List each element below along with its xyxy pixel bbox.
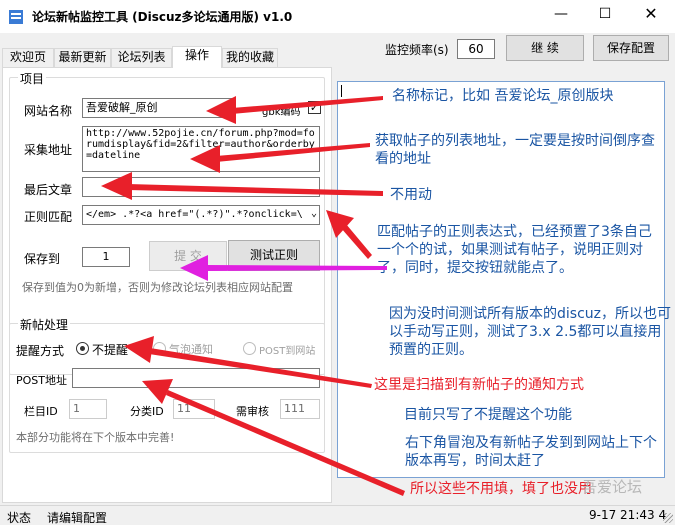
remind-method-label: 提醒方式	[16, 344, 65, 358]
annotation-last-article: 不用动	[390, 187, 432, 203]
new-post-group-title: 新帖处理	[18, 316, 71, 333]
title-bar: 论坛新帖监控工具 (Discuz多论坛通用版) v1.0 — ☐ ✕	[0, 0, 675, 33]
footer-note: 本部分功能将在下个版本中完善!	[16, 431, 175, 444]
annotation-manual-regex: 因为没时间测试所有版本的discuz，所以也可以手动写正则，测试了3.x 2.5…	[389, 306, 671, 358]
operations-panel: 项目 网站名称 吾爱破解_原创 gbk编码 ✓ 采集地址 http://www.…	[2, 68, 332, 503]
collect-url-textarea[interactable]: http://www.52pojie.cn/forum.php?mod=foru…	[82, 126, 320, 172]
tab-latest-updates[interactable]: 最新更新	[54, 48, 111, 67]
category-id-input[interactable]: 11	[173, 399, 215, 419]
tab-forum-list[interactable]: 论坛列表	[111, 48, 172, 67]
gbk-label: gbk编码	[262, 107, 301, 118]
monitor-frequency-input[interactable]: 60	[457, 39, 495, 59]
last-article-label: 最后文章	[24, 183, 73, 197]
category-id-label: 分类ID	[130, 405, 164, 418]
bubble-notify-label: 气泡通知	[169, 343, 213, 356]
status-label: 状态	[7, 511, 32, 525]
annotation-regex: 匹配帖子的正则表达式，已经预置了3条自己一个个的试，如果测试有帖子，说明正则对了…	[377, 224, 652, 276]
regex-label: 正则匹配	[24, 210, 73, 224]
submit-button[interactable]: 提 交	[149, 241, 227, 271]
close-button[interactable]: ✕	[628, 0, 674, 30]
column-id-label: 栏目ID	[24, 405, 58, 418]
site-name-label: 网站名称	[24, 104, 73, 118]
watermark: 吾爱论坛	[582, 478, 643, 496]
annotation-only-no-remind: 目前只写了不提醒这个功能	[404, 407, 572, 423]
annotation-site-name: 名称标记，比如 吾爱论坛_原创版块	[392, 88, 614, 104]
last-article-input[interactable]	[82, 177, 320, 197]
save-to-input[interactable]: 1	[82, 247, 130, 267]
status-time: 9-17 21:43 4	[589, 508, 667, 522]
column-id-input[interactable]: 1	[69, 399, 107, 419]
review-input[interactable]: 111	[280, 399, 320, 419]
save-to-label: 保存到	[24, 252, 61, 266]
test-regex-button[interactable]: 测试正则	[228, 240, 320, 271]
review-label: 需审核	[236, 405, 269, 418]
minimize-button[interactable]: —	[538, 0, 584, 30]
status-text: 请编辑配置	[47, 511, 108, 525]
no-remind-radio[interactable]	[76, 342, 89, 355]
annotation-notify-method: 这里是扫描到有新帖子的通知方式	[374, 377, 584, 393]
regex-select-value: </em> .*?<a href="(.*?)".*?onclick=\	[86, 209, 303, 220]
save-config-button[interactable]: 保存配置	[593, 35, 669, 61]
monitor-frequency-label: 监控频率(s)	[385, 43, 449, 57]
window-title: 论坛新帖监控工具 (Discuz多论坛通用版) v1.0	[32, 10, 293, 24]
gbk-checkbox[interactable]: ✓	[308, 101, 321, 114]
site-name-input[interactable]: 吾爱破解_原创	[82, 98, 234, 118]
chevron-down-icon: ⌄	[310, 208, 317, 219]
new-post-group: 新帖处理 提醒方式 不提醒 气泡通知 POST到网站 POST地址 栏目ID 1…	[9, 316, 325, 453]
continue-button[interactable]: 继 续	[506, 35, 584, 61]
annotation-next-version: 右下角冒泡及有新帖子发到到网站上下个版本再写，时间太赶了	[405, 435, 657, 469]
tab-favorites[interactable]: 我的收藏	[222, 48, 278, 67]
app-icon	[9, 10, 23, 24]
text-cursor	[341, 85, 342, 97]
collect-url-label: 采集地址	[24, 143, 73, 157]
save-to-hint: 保存到值为0为新增，否则为修改论坛列表相应网站配置	[22, 281, 293, 294]
annotation-collect-url: 获取帖子的列表地址，一定要是按时间倒序查看的地址	[375, 133, 655, 167]
tab-operations[interactable]: 操作	[172, 46, 222, 68]
post-to-site-radio[interactable]	[243, 342, 256, 355]
no-remind-label: 不提醒	[92, 343, 129, 357]
regex-select[interactable]: </em> .*?<a href="(.*?)".*?onclick=\ ⌄	[82, 205, 320, 225]
post-url-input[interactable]	[72, 368, 320, 388]
maximize-button[interactable]: ☐	[582, 0, 628, 30]
project-group-title: 项目	[18, 70, 47, 87]
bubble-notify-radio[interactable]	[153, 342, 166, 355]
post-to-site-label: POST到网站	[259, 346, 316, 357]
post-url-label: POST地址	[16, 374, 67, 387]
tab-welcome[interactable]: 欢迎页	[2, 48, 54, 67]
status-bar: 状态 请编辑配置	[0, 505, 675, 525]
